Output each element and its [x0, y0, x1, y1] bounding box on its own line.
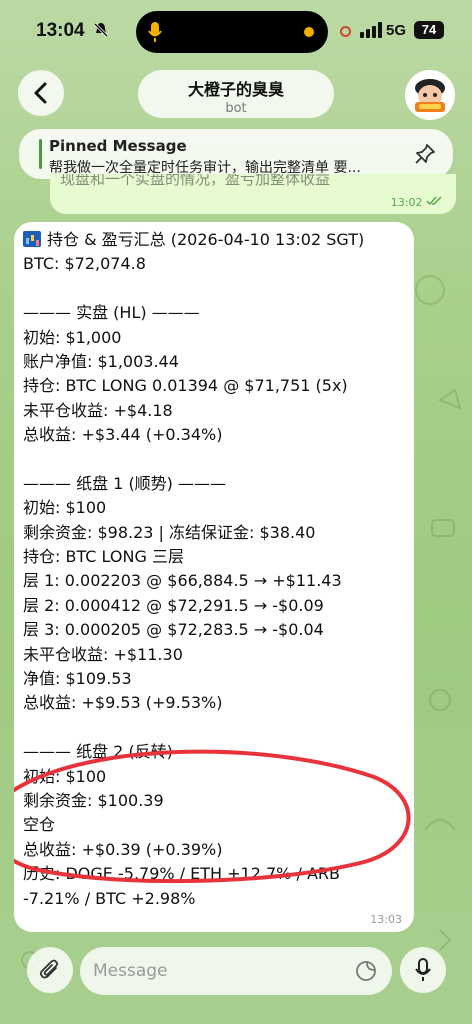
message-line: ——— 实盘 (HL) ——— [23, 303, 200, 323]
recording-indicator-icon [340, 26, 351, 37]
signal-bars-icon [360, 22, 382, 38]
previous-outgoing-message[interactable]: 现盘和一个实盘的情况，盈亏加整体收益 13:02 [50, 174, 456, 214]
attach-button[interactable] [27, 947, 73, 993]
pinned-accent-bar [39, 139, 42, 169]
incoming-message[interactable]: 持仓 & 盈亏汇总 (2026-04-10 13:02 SGT) BTC: $7… [14, 222, 414, 932]
message-line: 层 3: 0.000205 @ $72,283.5 → -$0.04 [23, 620, 324, 640]
message-time: 13:03 [370, 913, 402, 926]
message-line: BTC: $72,074.8 [23, 254, 146, 274]
camera-indicator-dot [304, 27, 314, 37]
message-line: -7.21% / BTC +2.98% [23, 888, 196, 908]
double-check-icon [426, 196, 442, 206]
chevron-left-icon [34, 82, 47, 104]
message-line: 持仓: BTC LONG 三层 [23, 547, 184, 567]
status-time: 13:04 [36, 20, 85, 41]
message-line: 初始: $1,000 [23, 327, 122, 347]
message-line: 历史: DOGE -5.79% / ETH +12.7% / ARB [23, 864, 340, 884]
message-line: 未平仓收益: +$4.18 [23, 400, 173, 420]
message-line: ——— 纸盘 1 (顺势) ——— [23, 473, 227, 493]
paperclip-icon [39, 959, 59, 979]
chat-subtitle: bot [225, 101, 247, 116]
message-line: 层 2: 0.000412 @ $72,291.5 → -$0.09 [23, 595, 324, 615]
back-button[interactable] [18, 70, 64, 116]
message-line: 净值: $109.53 [23, 669, 132, 689]
microphone-icon [415, 958, 431, 981]
message-line: 总收益: +$9.53 (+9.53%) [23, 693, 223, 713]
bot-avatar[interactable] [405, 70, 455, 120]
previous-message-fragment: 现盘和一个实盘的情况，盈亏加整体收益 [60, 174, 331, 188]
message-line: 剩余资金: $100.39 [23, 790, 164, 810]
message-line: 初始: $100 [23, 498, 107, 518]
message-line: 层 1: 0.002203 @ $66,884.5 → +$11.43 [23, 571, 342, 591]
message-line: 剩余资金: $98.23 | 冻结保证金: $38.40 [23, 522, 316, 542]
message-line: 初始: $100 [23, 766, 107, 786]
chat-title-pill[interactable]: 大橙子的臭臭 bot [138, 70, 334, 118]
microphone-active-icon [148, 22, 162, 42]
message-line: 账户净值: $1,003.44 [23, 351, 179, 371]
message-line: 总收益: +$0.39 (+0.39%) [23, 839, 223, 859]
message-line: 空仓 [23, 815, 56, 835]
message-line [23, 448, 414, 472]
status-bar: 13:04 5G 74 [0, 0, 472, 60]
pinned-label: Pinned Message [49, 137, 187, 155]
bar-chart-icon [23, 231, 41, 247]
message-line: 持仓: BTC LONG 0.01394 @ $71,751 (5x) [23, 376, 348, 396]
message-input[interactable]: Message [80, 947, 392, 995]
bell-muted-icon [93, 22, 109, 42]
sticker-icon[interactable] [354, 959, 378, 983]
dynamic-island [136, 11, 328, 53]
pin-list-icon[interactable] [413, 142, 437, 166]
message-line [23, 277, 414, 301]
message-line [23, 716, 414, 740]
message-line: ——— 纸盘 2 (反转) ——— [23, 742, 227, 762]
network-type: 5G [386, 22, 407, 39]
battery-level: 74 [414, 21, 444, 39]
voice-record-button[interactable] [400, 947, 446, 993]
message-line: 未平仓收益: +$11.30 [23, 644, 183, 664]
message-line: 持仓 & 盈亏汇总 (2026-04-10 13:02 SGT) [23, 228, 414, 252]
pinned-message-bar[interactable]: Pinned Message 帮我做一次全量定时任务审计，输出完整清单 要... [19, 129, 453, 179]
message-placeholder: Message [93, 961, 168, 981]
previous-message-time: 13:02 [391, 196, 442, 209]
chat-title: 大橙子的臭臭 [187, 80, 284, 99]
message-line: 总收益: +$3.44 (+0.34%) [23, 425, 223, 445]
